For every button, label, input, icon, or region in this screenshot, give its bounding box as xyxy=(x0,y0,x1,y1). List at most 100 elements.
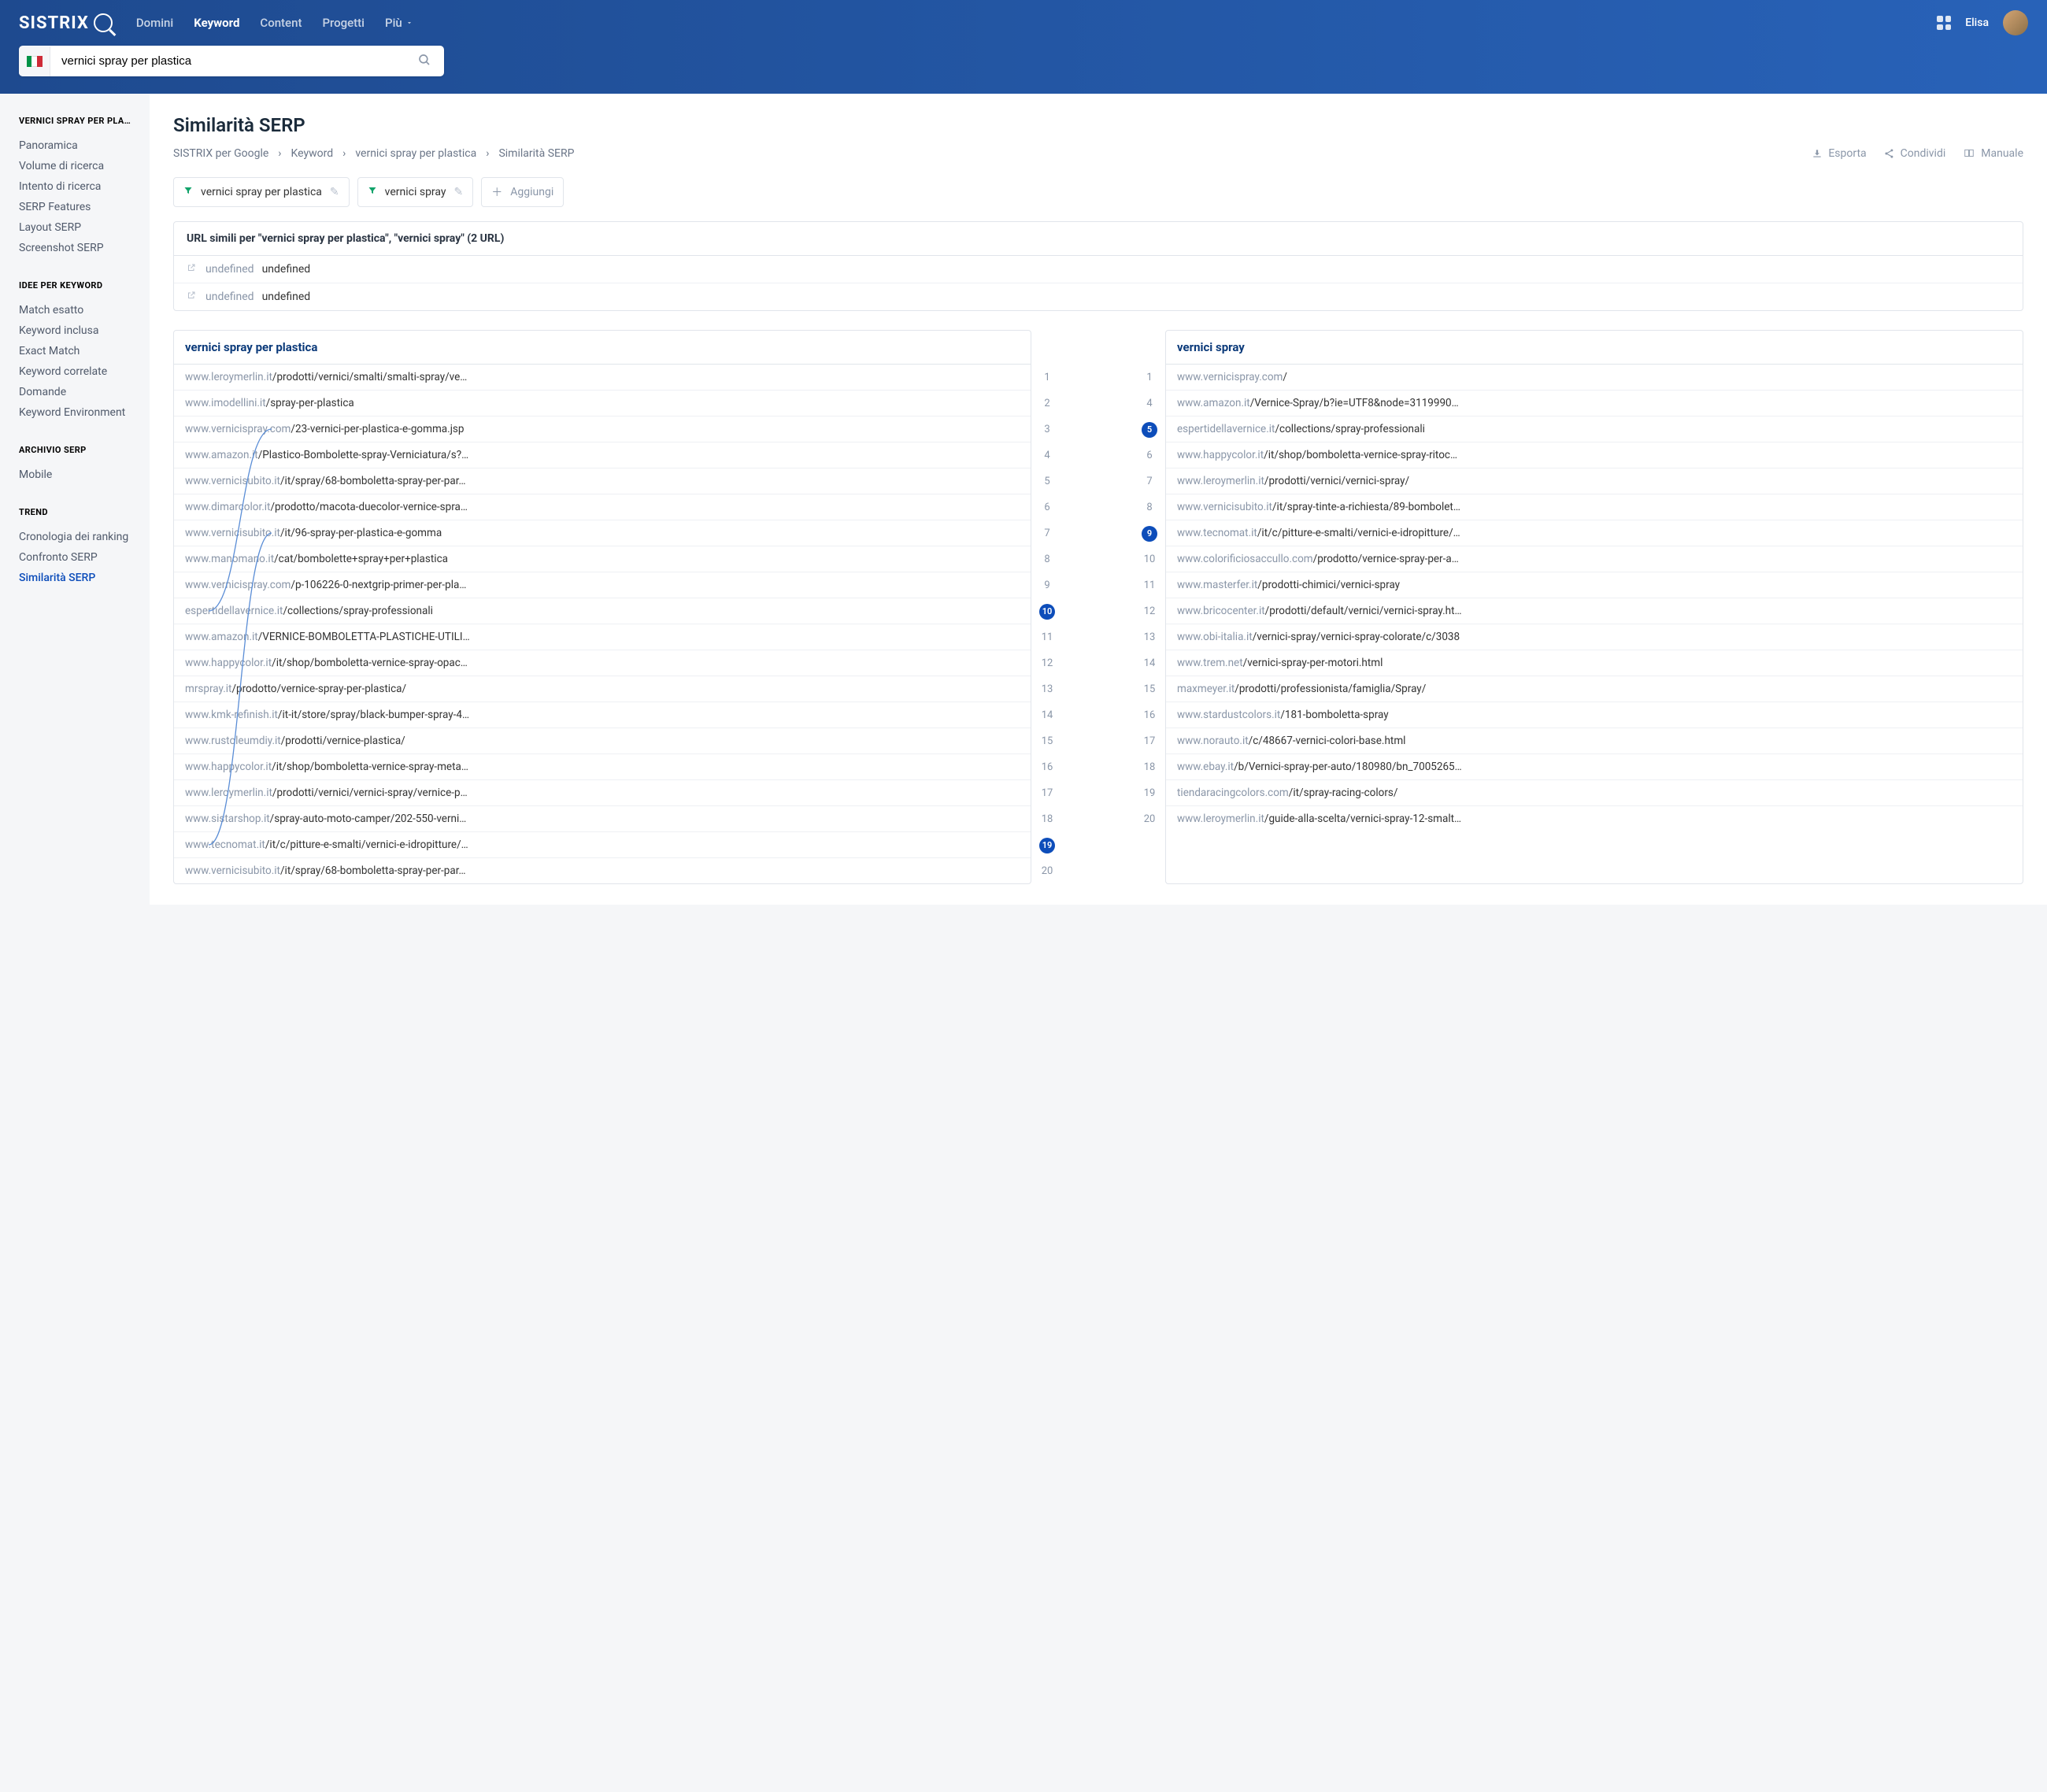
serp-row[interactable]: espertidellavernice.it/collections/spray… xyxy=(174,598,1031,624)
nav-item[interactable]: Domini xyxy=(136,16,173,30)
position-number: 1 xyxy=(1031,372,1063,383)
breadcrumb-item[interactable]: vernici spray per plastica xyxy=(355,147,476,160)
position-number: 12 xyxy=(1134,605,1165,617)
sidebar-item[interactable]: SERP Features xyxy=(19,197,150,217)
apps-icon[interactable] xyxy=(1937,16,1951,30)
serp-row[interactable]: www.norauto.it/c/48667-vernici-colori-ba… xyxy=(1166,728,2023,753)
edit-icon[interactable]: ✎ xyxy=(330,186,339,198)
sidebar-item[interactable]: Screenshot SERP xyxy=(19,238,150,258)
position-number: 18 xyxy=(1031,813,1063,825)
sidebar-item[interactable]: Mobile xyxy=(19,465,150,485)
serp-row[interactable]: www.stardustcolors.it/181-bomboletta-spr… xyxy=(1166,702,2023,728)
position-number: 5 xyxy=(1031,476,1063,487)
search-icon[interactable] xyxy=(405,53,444,70)
breadcrumb-item[interactable]: Keyword xyxy=(291,147,334,160)
serp-row[interactable]: www.imodellini.it/spray-per-plastica xyxy=(174,390,1031,416)
serp-row[interactable]: www.happycolor.it/it/shop/bomboletta-ver… xyxy=(1166,442,2023,468)
position-number: 8 xyxy=(1031,554,1063,565)
serp-row[interactable]: mrspray.it/prodotto/vernice-spray-per-pl… xyxy=(174,676,1031,702)
serp-column-right: vernici spray www.vernicispray.com/www.a… xyxy=(1165,330,2023,884)
serp-row[interactable]: www.amazon.it/Plastico-Bombolette-spray-… xyxy=(174,442,1031,468)
serp-row[interactable]: www.colorificiosaccullo.com/prodotto/ver… xyxy=(1166,546,2023,572)
user-name[interactable]: Elisa xyxy=(1965,17,1989,29)
serp-row[interactable]: www.vernicisubito.it/it/spray/68-bombole… xyxy=(174,468,1031,494)
sidebar-item[interactable]: Confronto SERP xyxy=(19,547,150,568)
position-number: 1 xyxy=(1134,372,1165,383)
serp-row[interactable]: www.leroymerlin.it/guide-alla-scelta/ver… xyxy=(1166,805,2023,831)
edit-icon[interactable]: ✎ xyxy=(454,186,464,198)
sidebar-item[interactable]: Keyword inclusa xyxy=(19,320,150,341)
nav-item[interactable]: Content xyxy=(260,16,302,30)
serp-row[interactable]: www.amazon.it/VERNICE-BOMBOLETTA-PLASTIC… xyxy=(174,624,1031,650)
serp-row[interactable]: maxmeyer.it/prodotti/professionista/fami… xyxy=(1166,676,2023,702)
serp-row[interactable]: www.trem.net/vernici-spray-per-motori.ht… xyxy=(1166,650,2023,676)
serp-row[interactable]: espertidellavernice.it/collections/spray… xyxy=(1166,416,2023,442)
serp-row[interactable]: www.tecnomat.it/it/c/pitture-e-smalti/ve… xyxy=(174,831,1031,857)
avatar[interactable] xyxy=(2003,10,2028,35)
nav-item[interactable]: Più xyxy=(385,16,413,30)
sidebar: VERNICI SPRAY PER PLA… PanoramicaVolume … xyxy=(0,94,150,905)
position-number: 13 xyxy=(1134,631,1165,643)
position-number: 6 xyxy=(1031,502,1063,513)
serp-row[interactable]: www.obi-italia.it/vernici-spray/vernici-… xyxy=(1166,624,2023,650)
breadcrumb-item: Similarità SERP xyxy=(498,147,574,160)
sidebar-item[interactable]: Volume di ricerca xyxy=(19,156,150,176)
sidebar-item[interactable]: Similarità SERP xyxy=(19,568,150,588)
sidebar-item[interactable]: Intento di ricerca xyxy=(19,176,150,197)
country-flag[interactable] xyxy=(19,46,50,76)
serp-row[interactable]: www.manomano.it/cat/bombolette+spray+per… xyxy=(174,546,1031,572)
serp-row[interactable]: www.vernicisubito.it/it/96-spray-per-pla… xyxy=(174,520,1031,546)
serp-row[interactable]: www.vernicispray.com/p-106226-0-nextgrip… xyxy=(174,572,1031,598)
serp-row[interactable]: www.kmk-refinish.it/it-it/store/spray/bl… xyxy=(174,702,1031,728)
position-number: 7 xyxy=(1134,476,1165,487)
add-filter-button[interactable]: ＋ Aggiungi xyxy=(481,177,564,207)
sidebar-item[interactable]: Panoramica xyxy=(19,135,150,156)
manual-button[interactable]: Manuale xyxy=(1963,147,2023,160)
nav-item[interactable]: Progetti xyxy=(322,16,365,30)
serp-row[interactable]: www.vernicisubito.it/it/spray/68-bombole… xyxy=(174,857,1031,883)
sidebar-item[interactable]: Cronologia dei ranking xyxy=(19,527,150,547)
position-number: 16 xyxy=(1134,709,1165,721)
serp-row[interactable]: tiendaracingcolors.com/it/spray-racing-c… xyxy=(1166,779,2023,805)
breadcrumb-item[interactable]: SISTRIX per Google xyxy=(173,147,268,160)
similar-url-row[interactable]: undefinedundefined xyxy=(174,283,2023,310)
similar-url-row[interactable]: undefinedundefined xyxy=(174,256,2023,283)
search-input[interactable] xyxy=(50,46,405,76)
filter-chip[interactable]: vernici spray ✎ xyxy=(357,177,474,207)
logo[interactable]: SISTRIX xyxy=(19,13,113,33)
position-number: 6 xyxy=(1134,450,1165,461)
sidebar-item[interactable]: Keyword Environment xyxy=(19,402,150,423)
serp-row[interactable]: www.ebay.it/b/Vernici-spray-per-auto/180… xyxy=(1166,753,2023,779)
sidebar-item[interactable]: Match esatto xyxy=(19,300,150,320)
position-gutter: 1124354657687981091110121113121413151416… xyxy=(1031,330,1165,884)
serp-row[interactable]: www.dimarcolor.it/prodotto/macota-duecol… xyxy=(174,494,1031,520)
position-number: 18 xyxy=(1134,761,1165,773)
serp-row[interactable]: www.sistarshop.it/spray-auto-moto-camper… xyxy=(174,805,1031,831)
serp-row[interactable]: www.tecnomat.it/it/c/pitture-e-smalti/ve… xyxy=(1166,520,2023,546)
share-button[interactable]: Condividi xyxy=(1884,147,1946,160)
serp-row[interactable]: www.bricocenter.it/prodotti/default/vern… xyxy=(1166,598,2023,624)
sidebar-item[interactable]: Exact Match xyxy=(19,341,150,361)
position-number: 7 xyxy=(1031,528,1063,539)
serp-row[interactable]: www.leroymerlin.it/prodotti/vernici/vern… xyxy=(174,779,1031,805)
serp-row[interactable]: www.happycolor.it/it/shop/bomboletta-ver… xyxy=(174,650,1031,676)
sidebar-item[interactable]: Layout SERP xyxy=(19,217,150,238)
position-number: 16 xyxy=(1031,761,1063,773)
serp-row[interactable]: www.leroymerlin.it/prodotti/vernici/vern… xyxy=(1166,468,2023,494)
serp-row[interactable]: www.happycolor.it/it/shop/bomboletta-ver… xyxy=(174,753,1031,779)
sidebar-item[interactable]: Domande xyxy=(19,382,150,402)
serp-row[interactable]: www.masterfer.it/prodotti-chimici/vernic… xyxy=(1166,572,2023,598)
column-header: vernici spray xyxy=(1166,331,2023,365)
serp-row[interactable]: www.leroymerlin.it/prodotti/vernici/smal… xyxy=(174,365,1031,390)
serp-row[interactable]: www.amazon.it/Vernice-Spray/b?ie=UTF8&no… xyxy=(1166,390,2023,416)
sidebar-item[interactable]: Keyword correlate xyxy=(19,361,150,382)
serp-row[interactable]: www.vernicispray.com/ xyxy=(1166,365,2023,390)
nav-item[interactable]: Keyword xyxy=(194,16,239,30)
export-button[interactable]: Esporta xyxy=(1812,147,1866,160)
external-link-icon xyxy=(187,291,198,303)
serp-row[interactable]: www.vernicispray.com/23-vernici-per-plas… xyxy=(174,416,1031,442)
filter-chip[interactable]: vernici spray per plastica ✎ xyxy=(173,177,350,207)
serp-row[interactable]: www.rustoleumdiy.it/prodotti/vernice-pla… xyxy=(174,728,1031,753)
position-number: 15 xyxy=(1031,735,1063,747)
serp-row[interactable]: www.vernicisubito.it/it/spray-tinte-a-ri… xyxy=(1166,494,2023,520)
